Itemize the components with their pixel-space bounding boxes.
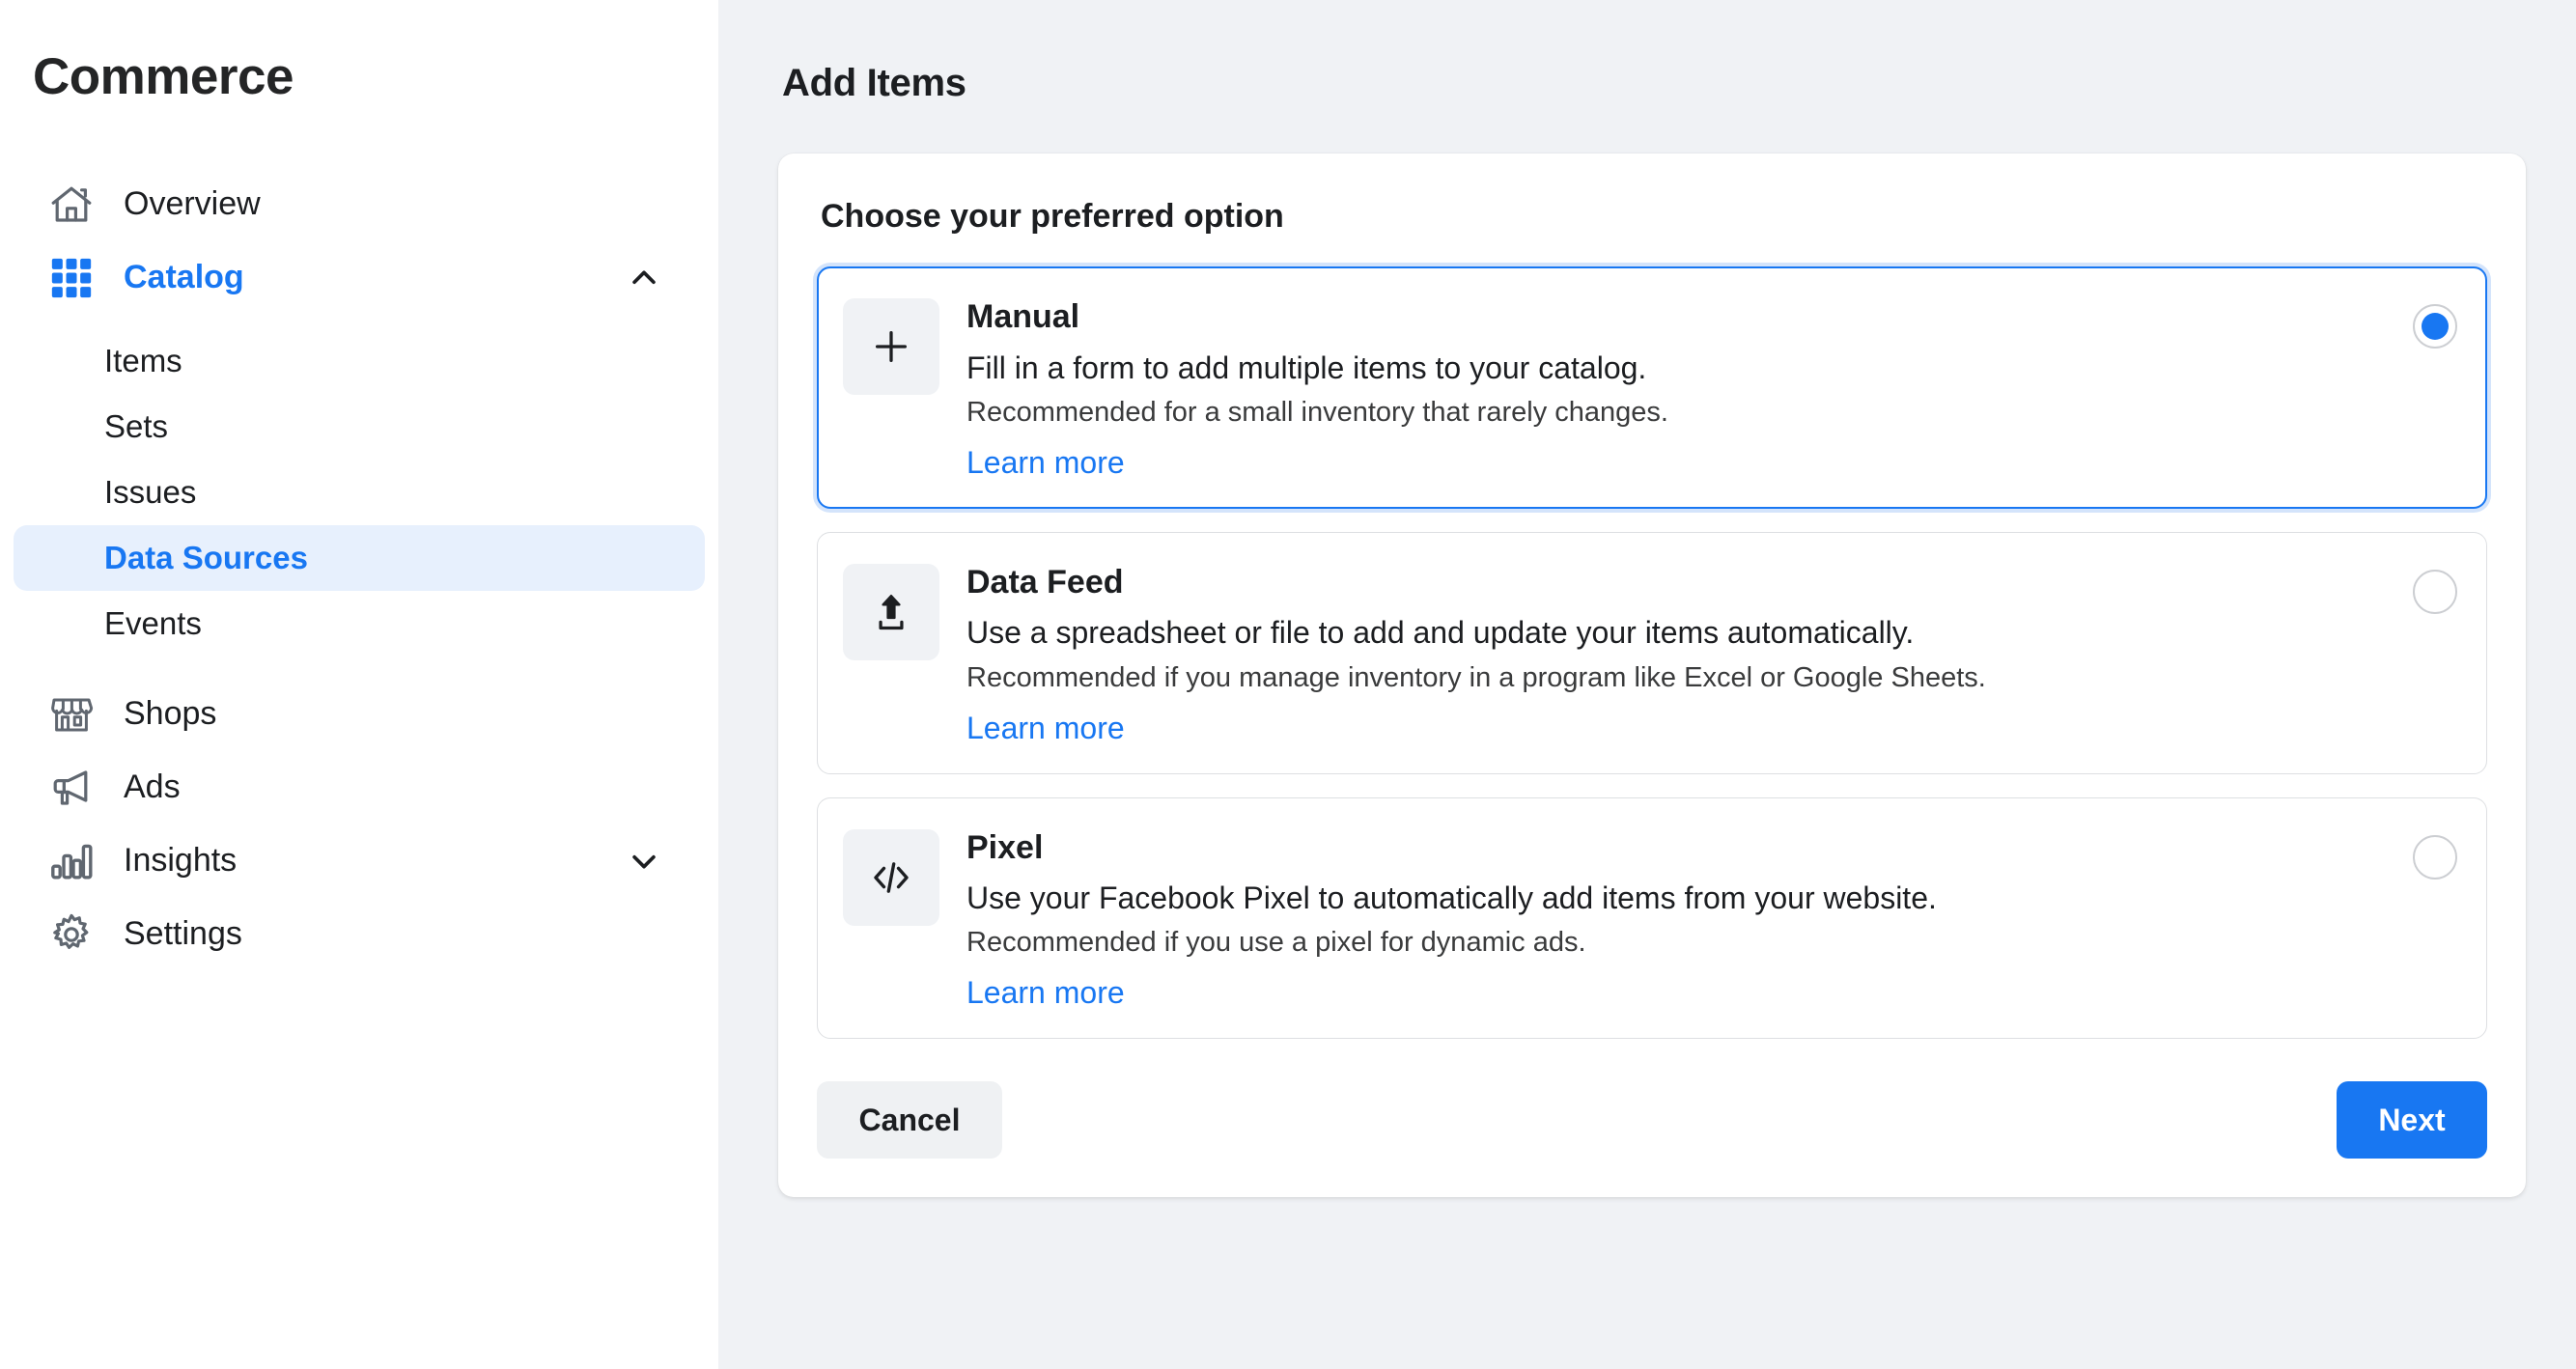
home-icon bbox=[46, 180, 97, 230]
sidebar-item-events[interactable]: Events bbox=[14, 591, 705, 657]
sidebar-item-overview[interactable]: Overview bbox=[14, 168, 705, 241]
bar-chart-icon bbox=[46, 836, 97, 886]
option-description: Use a spreadsheet or file to add and upd… bbox=[966, 612, 2390, 654]
sidebar-item-items[interactable]: Items bbox=[14, 328, 705, 394]
option-recommendation: Recommended if you use a pixel for dynam… bbox=[966, 924, 2390, 962]
chevron-down-icon[interactable] bbox=[628, 845, 660, 878]
sidebar-subitem-label: Events bbox=[104, 605, 202, 642]
sidebar-subitem-label: Items bbox=[104, 343, 182, 379]
learn-more-link[interactable]: Learn more bbox=[966, 445, 1125, 481]
option-title: Manual bbox=[966, 296, 2390, 338]
megaphone-icon bbox=[46, 763, 97, 813]
upload-icon bbox=[843, 564, 939, 660]
plus-icon bbox=[843, 298, 939, 395]
sidebar-item-label: Settings bbox=[124, 915, 242, 953]
sidebar-item-sets[interactable]: Sets bbox=[14, 394, 705, 460]
code-icon bbox=[843, 829, 939, 926]
page-title: Add Items bbox=[782, 62, 2516, 105]
gear-icon bbox=[46, 909, 97, 960]
sidebar-item-insights[interactable]: Insights bbox=[14, 824, 705, 898]
chevron-up-icon[interactable] bbox=[628, 262, 660, 294]
radio-pixel[interactable] bbox=[2413, 835, 2457, 880]
catalog-subnav: Items Sets Issues Data Sources Events bbox=[0, 328, 718, 657]
option-title: Pixel bbox=[966, 827, 2390, 869]
sidebar-item-catalog[interactable]: Catalog bbox=[14, 241, 705, 315]
sidebar-item-data-sources[interactable]: Data Sources bbox=[14, 525, 705, 591]
sidebar-subitem-label: Sets bbox=[104, 408, 168, 445]
next-button[interactable]: Next bbox=[2337, 1081, 2487, 1159]
sidebar-item-label: Shops bbox=[124, 695, 216, 733]
storefront-icon bbox=[46, 689, 97, 740]
option-recommendation: Recommended if you manage inventory in a… bbox=[966, 659, 2390, 697]
option-title: Data Feed bbox=[966, 562, 2390, 603]
grid-icon bbox=[46, 253, 97, 303]
sidebar: Commerce Overview bbox=[0, 0, 718, 1369]
radio-data-feed[interactable] bbox=[2413, 570, 2457, 614]
nav-spacer bbox=[0, 657, 718, 678]
sidebar-item-settings[interactable]: Settings bbox=[14, 898, 705, 971]
sidebar-item-shops[interactable]: Shops bbox=[14, 678, 705, 751]
sidebar-item-label: Overview bbox=[124, 185, 261, 223]
primary-navigation: Overview bbox=[0, 168, 718, 971]
sidebar-subitem-label: Issues bbox=[104, 474, 196, 511]
option-recommendation: Recommended for a small inventory that r… bbox=[966, 394, 2390, 432]
sidebar-item-label: Insights bbox=[124, 842, 237, 880]
sidebar-item-issues[interactable]: Issues bbox=[14, 460, 705, 525]
radio-manual[interactable] bbox=[2413, 304, 2457, 349]
option-description: Fill in a form to add multiple items to … bbox=[966, 348, 2390, 389]
sidebar-item-label: Catalog bbox=[124, 259, 244, 296]
main-content: Add Items Choose your preferred option M… bbox=[718, 0, 2576, 1369]
option-body: Manual Fill in a form to add multiple it… bbox=[966, 294, 2390, 481]
commerce-manager-app: Commerce Overview bbox=[0, 0, 2576, 1369]
panel-title: Choose your preferred option bbox=[821, 198, 2487, 236]
option-description: Use your Facebook Pixel to automatically… bbox=[966, 878, 2390, 919]
radio-dot bbox=[2422, 313, 2449, 340]
learn-more-link[interactable]: Learn more bbox=[966, 711, 1125, 746]
sidebar-subitem-label: Data Sources bbox=[104, 540, 308, 576]
add-items-panel: Choose your preferred option Manual Fill… bbox=[778, 154, 2526, 1197]
brand-title: Commerce bbox=[0, 0, 718, 108]
option-card-manual[interactable]: Manual Fill in a form to add multiple it… bbox=[817, 266, 2487, 509]
option-card-data-feed[interactable]: Data Feed Use a spreadsheet or file to a… bbox=[817, 532, 2487, 774]
option-card-pixel[interactable]: Pixel Use your Facebook Pixel to automat… bbox=[817, 797, 2487, 1040]
option-body: Pixel Use your Facebook Pixel to automat… bbox=[966, 825, 2390, 1012]
sidebar-item-ads[interactable]: Ads bbox=[14, 751, 705, 824]
sidebar-item-label: Ads bbox=[124, 768, 181, 806]
cancel-button[interactable]: Cancel bbox=[817, 1081, 1002, 1159]
panel-footer: Cancel Next bbox=[817, 1081, 2487, 1159]
option-body: Data Feed Use a spreadsheet or file to a… bbox=[966, 560, 2390, 746]
learn-more-link[interactable]: Learn more bbox=[966, 975, 1125, 1011]
